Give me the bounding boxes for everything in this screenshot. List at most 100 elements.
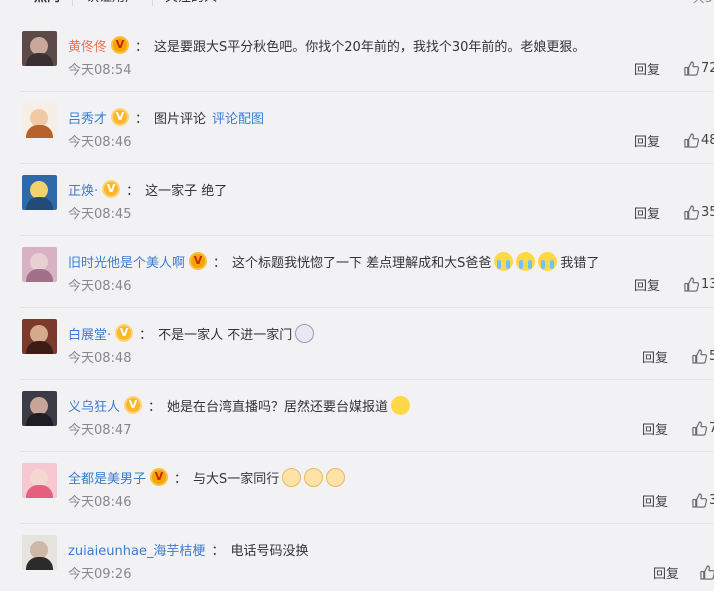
thumbs-up-icon: [700, 565, 714, 580]
comment-list: 黄佟佟 V ： 这是要跟大S平分秋色吧。你找个20年前的，我找个30年前的。老娘…: [0, 20, 714, 591]
dog-emoji-icon: [282, 467, 302, 487]
tab-divider: [72, 0, 73, 6]
filter-tabs: 热门 认证用户 关注的人 共36: [0, 0, 714, 14]
comment-item: 白展堂· V ： 不是一家人 不进一家门 今天08:48 回复 5: [0, 308, 714, 380]
cry-emoji-icon: [516, 251, 536, 271]
reply-button[interactable]: 回复: [634, 279, 660, 295]
comment-time: 今天08:47: [68, 423, 132, 438]
cry-emoji-icon: [494, 251, 514, 271]
comment-count: 共36: [693, 0, 714, 8]
avatar[interactable]: [22, 319, 57, 354]
username-link[interactable]: 正焕·: [68, 180, 98, 199]
comment-text: 这是要跟大S平分秋色吧。你找个20年前的，我找个30年前的。老娘更狠。: [154, 39, 586, 55]
laugh-emoji-icon: [391, 395, 411, 415]
reply-button[interactable]: 回复: [634, 63, 660, 79]
avatar[interactable]: [22, 463, 57, 498]
reply-button[interactable]: 回复: [634, 207, 660, 223]
avatar[interactable]: [22, 247, 57, 282]
dog-emoji-icon: [326, 467, 346, 487]
comment-line: zuiaieunhae_海芋桔梗 ： 电话号码没换: [68, 538, 308, 560]
avatar[interactable]: [22, 535, 57, 570]
like-button[interactable]: 5: [692, 349, 714, 364]
comment-text: 这一家子 绝了: [145, 183, 228, 199]
comment-text: 她是在台湾直播吗？居然还要台媒报道: [167, 399, 389, 415]
thumbs-up-icon: [684, 277, 699, 292]
colon-separator: ：: [139, 327, 153, 343]
verified-badge-icon: V: [111, 36, 130, 54]
comment-time: 今天08:54: [68, 63, 132, 78]
like-button[interactable]: 72: [684, 61, 714, 76]
avatar[interactable]: [22, 103, 57, 138]
username-link[interactable]: 吕秀才: [68, 108, 107, 127]
like-count: 13: [701, 277, 714, 292]
comment-time: 今天08:48: [68, 351, 132, 366]
colon-separator: ：: [135, 39, 149, 55]
like-count: 7: [709, 421, 714, 436]
verified-badge-icon: V: [115, 324, 134, 342]
thumbs-up-icon: [684, 133, 699, 148]
reply-button[interactable]: 回复: [642, 423, 668, 439]
like-count: 35: [701, 205, 714, 220]
comment-page: { "tabs": { "items": ["热门", "认证用户", "关注的…: [0, 0, 714, 591]
colon-separator: ：: [148, 399, 162, 415]
avatar[interactable]: [22, 391, 57, 426]
tab-followed[interactable]: 关注的人: [165, 0, 217, 8]
comment-item: zuiaieunhae_海芋桔梗 ： 电话号码没换 今天09:26 回复: [0, 524, 714, 591]
comment-line: 黄佟佟 V ： 这是要跟大S平分秋色吧。你找个20年前的，我找个30年前的。老娘…: [68, 34, 585, 56]
colon-separator: ：: [213, 255, 227, 271]
reply-button[interactable]: 回复: [642, 351, 668, 367]
comment-line: 旧时光他是个美人啊 V ： 这个标题我恍惚了一下 差点理解成和大S爸爸 我错了: [68, 250, 599, 272]
comment-time: 今天08:46: [68, 135, 132, 150]
username-link[interactable]: 全都是美男子: [68, 468, 146, 487]
comment-time: 今天08:46: [68, 495, 132, 510]
like-button[interactable]: 48: [684, 133, 714, 148]
avatar[interactable]: [22, 175, 57, 210]
like-button[interactable]: 3: [692, 493, 714, 508]
comment-item: 黄佟佟 V ： 这是要跟大S平分秋色吧。你找个20年前的，我找个30年前的。老娘…: [0, 20, 714, 92]
ghost-emoji-icon: [295, 323, 315, 343]
thumbs-up-icon: [684, 205, 699, 220]
comment-item: 旧时光他是个美人啊 V ： 这个标题我恍惚了一下 差点理解成和大S爸爸 我错了 …: [0, 236, 714, 308]
thumbs-up-icon: [684, 61, 699, 76]
comment-time: 今天08:45: [68, 207, 132, 222]
tab-divider: [152, 0, 153, 6]
username-link[interactable]: 黄佟佟: [68, 36, 107, 55]
like-button[interactable]: [700, 565, 714, 580]
tab-verified-users[interactable]: 认证用户: [86, 0, 138, 8]
thumbs-up-icon: [692, 349, 707, 364]
like-button[interactable]: 7: [692, 421, 714, 436]
username-link[interactable]: zuiaieunhae_海芋桔梗: [68, 540, 205, 559]
verified-badge-icon: V: [111, 108, 130, 126]
like-count: 72: [701, 61, 714, 76]
comment-item: 全都是美男子 V ： 与大S一家同行 今天08:46 回复 3: [0, 452, 714, 524]
colon-separator: ：: [174, 471, 188, 487]
tab-hot[interactable]: 热门: [34, 0, 60, 8]
avatar[interactable]: [22, 31, 57, 66]
comment-text: 不是一家人 不进一家门: [158, 327, 293, 343]
reply-button[interactable]: 回复: [642, 495, 668, 511]
username-link[interactable]: 白展堂·: [68, 324, 111, 343]
reply-button[interactable]: 回复: [634, 135, 660, 151]
comment-line: 吕秀才 V ： 图片评论 评论配图: [68, 106, 264, 128]
colon-separator: ：: [211, 543, 225, 559]
verified-badge-icon: V: [102, 180, 121, 198]
colon-separator: ：: [135, 111, 149, 127]
thumbs-up-icon: [692, 493, 707, 508]
comment-time: 今天08:46: [68, 279, 132, 294]
username-link[interactable]: 义乌狂人: [68, 396, 120, 415]
image-comment-link[interactable]: 评论配图: [212, 112, 264, 127]
like-button[interactable]: 13: [684, 277, 714, 292]
comment-item: 正焕· V ： 这一家子 绝了 今天08:45 回复 35: [0, 164, 714, 236]
comment-line: 全都是美男子 V ： 与大S一家同行: [68, 466, 346, 488]
comment-line: 白展堂· V ： 不是一家人 不进一家门: [68, 322, 315, 344]
reply-button[interactable]: 回复: [653, 567, 679, 583]
comment-text: 这个标题我恍惚了一下 差点理解成和大S爸爸: [232, 255, 492, 271]
comment-text: 与大S一家同行: [193, 471, 280, 487]
comment-text: 图片评论 评论配图: [154, 111, 265, 127]
like-button[interactable]: 35: [684, 205, 714, 220]
username-link[interactable]: 旧时光他是个美人啊: [68, 252, 185, 271]
like-count: 3: [709, 493, 714, 508]
dog-emoji-icon: [304, 467, 324, 487]
like-count: 5: [709, 349, 714, 364]
like-count: 48: [701, 133, 714, 148]
